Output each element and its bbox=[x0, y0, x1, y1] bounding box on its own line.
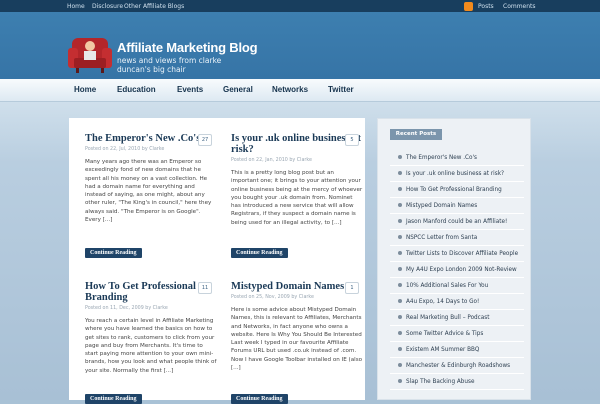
nav-events[interactable]: Events bbox=[177, 85, 203, 94]
post-meta: Posted on 22, Jan, 2010 by Clarke bbox=[231, 158, 312, 163]
post-item: Mistyped Domain Names Posted on 25, Nov,… bbox=[231, 281, 363, 372]
comment-count-badge[interactable]: 11 bbox=[198, 282, 212, 294]
nav-home[interactable]: Home bbox=[74, 85, 96, 94]
post-meta: Posted on 22, Jul, 2010 by Clarke bbox=[85, 147, 165, 152]
nav-education[interactable]: Education bbox=[117, 85, 156, 94]
post-meta: Posted on 11, Dec, 2009 by Clarke bbox=[85, 306, 168, 311]
recent-post-link[interactable]: The Emperor's New .Co's bbox=[390, 150, 524, 166]
recent-posts-heading: Recent Posts bbox=[390, 129, 442, 140]
big-chair-logo[interactable] bbox=[68, 34, 112, 74]
rss-icon[interactable] bbox=[464, 2, 473, 11]
recent-post-link[interactable]: Some Twitter Advice & Tips bbox=[390, 326, 524, 342]
post-item: How To Get Professional Branding Posted … bbox=[85, 281, 217, 375]
site-header: Affiliate Marketing Blog news and views … bbox=[0, 12, 600, 79]
post-title[interactable]: Is your .uk online business at risk? bbox=[231, 133, 363, 155]
post-meta: Posted on 25, Nov, 2009 by Clarke bbox=[231, 295, 314, 300]
recent-post-link[interactable]: A4u Expo, 14 Days to Go! bbox=[390, 294, 524, 310]
topbar-link-other-blogs[interactable]: Other Affiliate Blogs bbox=[124, 3, 184, 10]
post-excerpt: Here is some advice about Mistyped Domai… bbox=[231, 307, 363, 372]
top-bar: Home Disclosure Other Affiliate Blogs Po… bbox=[0, 0, 600, 12]
blog-tagline: news and views from clarke duncan's big … bbox=[117, 56, 222, 74]
post-excerpt: Many years ago there was an Emperor so e… bbox=[85, 159, 212, 224]
recent-post-link[interactable]: 10% Additional Sales For You bbox=[390, 278, 524, 294]
main-nav: Home Education Events General Networks T… bbox=[0, 79, 600, 102]
topbar-link-home[interactable]: Home bbox=[67, 3, 85, 10]
recent-post-link[interactable]: How To Get Professional Branding bbox=[390, 182, 524, 198]
recent-post-link[interactable]: Twitter Lists to Discover Affiliate Peop… bbox=[390, 246, 524, 262]
comment-count-badge[interactable]: 1 bbox=[345, 282, 359, 294]
nav-twitter[interactable]: Twitter bbox=[328, 85, 354, 94]
recent-post-link[interactable]: Manchester & Edinburgh Roadshows bbox=[390, 358, 524, 374]
continue-reading-button[interactable]: Continue Reading bbox=[85, 248, 142, 258]
recent-post-link[interactable]: NSPCC Letter from Santa bbox=[390, 230, 524, 246]
recent-post-link[interactable]: Is your .uk online business at risk? bbox=[390, 166, 524, 182]
blog-title[interactable]: Affiliate Marketing Blog bbox=[117, 40, 258, 55]
continue-reading-button[interactable]: Continue Reading bbox=[85, 394, 142, 404]
post-item: The Emperor's New .Co's Posted on 22, Ju… bbox=[85, 133, 217, 224]
post-title[interactable]: Mistyped Domain Names bbox=[231, 281, 363, 292]
recent-posts-list: The Emperor's New .Co's Is your .uk onli… bbox=[390, 150, 524, 390]
nav-general[interactable]: General bbox=[223, 85, 253, 94]
comment-count-badge[interactable]: 5 bbox=[345, 134, 359, 146]
recent-post-link[interactable]: Jason Manford could be an Affiliate! bbox=[390, 214, 524, 230]
nav-networks[interactable]: Networks bbox=[272, 85, 308, 94]
topbar-link-comments[interactable]: Comments bbox=[503, 3, 536, 10]
continue-reading-button[interactable]: Continue Reading bbox=[231, 248, 288, 258]
topbar-link-disclosure[interactable]: Disclosure bbox=[92, 3, 123, 10]
recent-post-link[interactable]: My A4U Expo London 2009 Not-Review bbox=[390, 262, 524, 278]
comment-count-badge[interactable]: 27 bbox=[198, 134, 212, 146]
post-excerpt: You reach a certain level in Affiliate M… bbox=[85, 318, 217, 374]
topbar-link-posts[interactable]: Posts bbox=[478, 3, 494, 10]
recent-post-link[interactable]: Existem AM Summer BBQ bbox=[390, 342, 524, 358]
recent-post-link[interactable]: Slap The Backing Abuse bbox=[390, 374, 524, 390]
recent-post-link[interactable]: Mistyped Domain Names bbox=[390, 198, 524, 214]
recent-post-link[interactable]: Real Marketing Bull – Podcast bbox=[390, 310, 524, 326]
post-excerpt: This is a pretty long blog post but an i… bbox=[231, 170, 363, 226]
continue-reading-button[interactable]: Continue Reading bbox=[231, 394, 288, 404]
post-item: Is your .uk online business at risk? Pos… bbox=[231, 133, 363, 227]
